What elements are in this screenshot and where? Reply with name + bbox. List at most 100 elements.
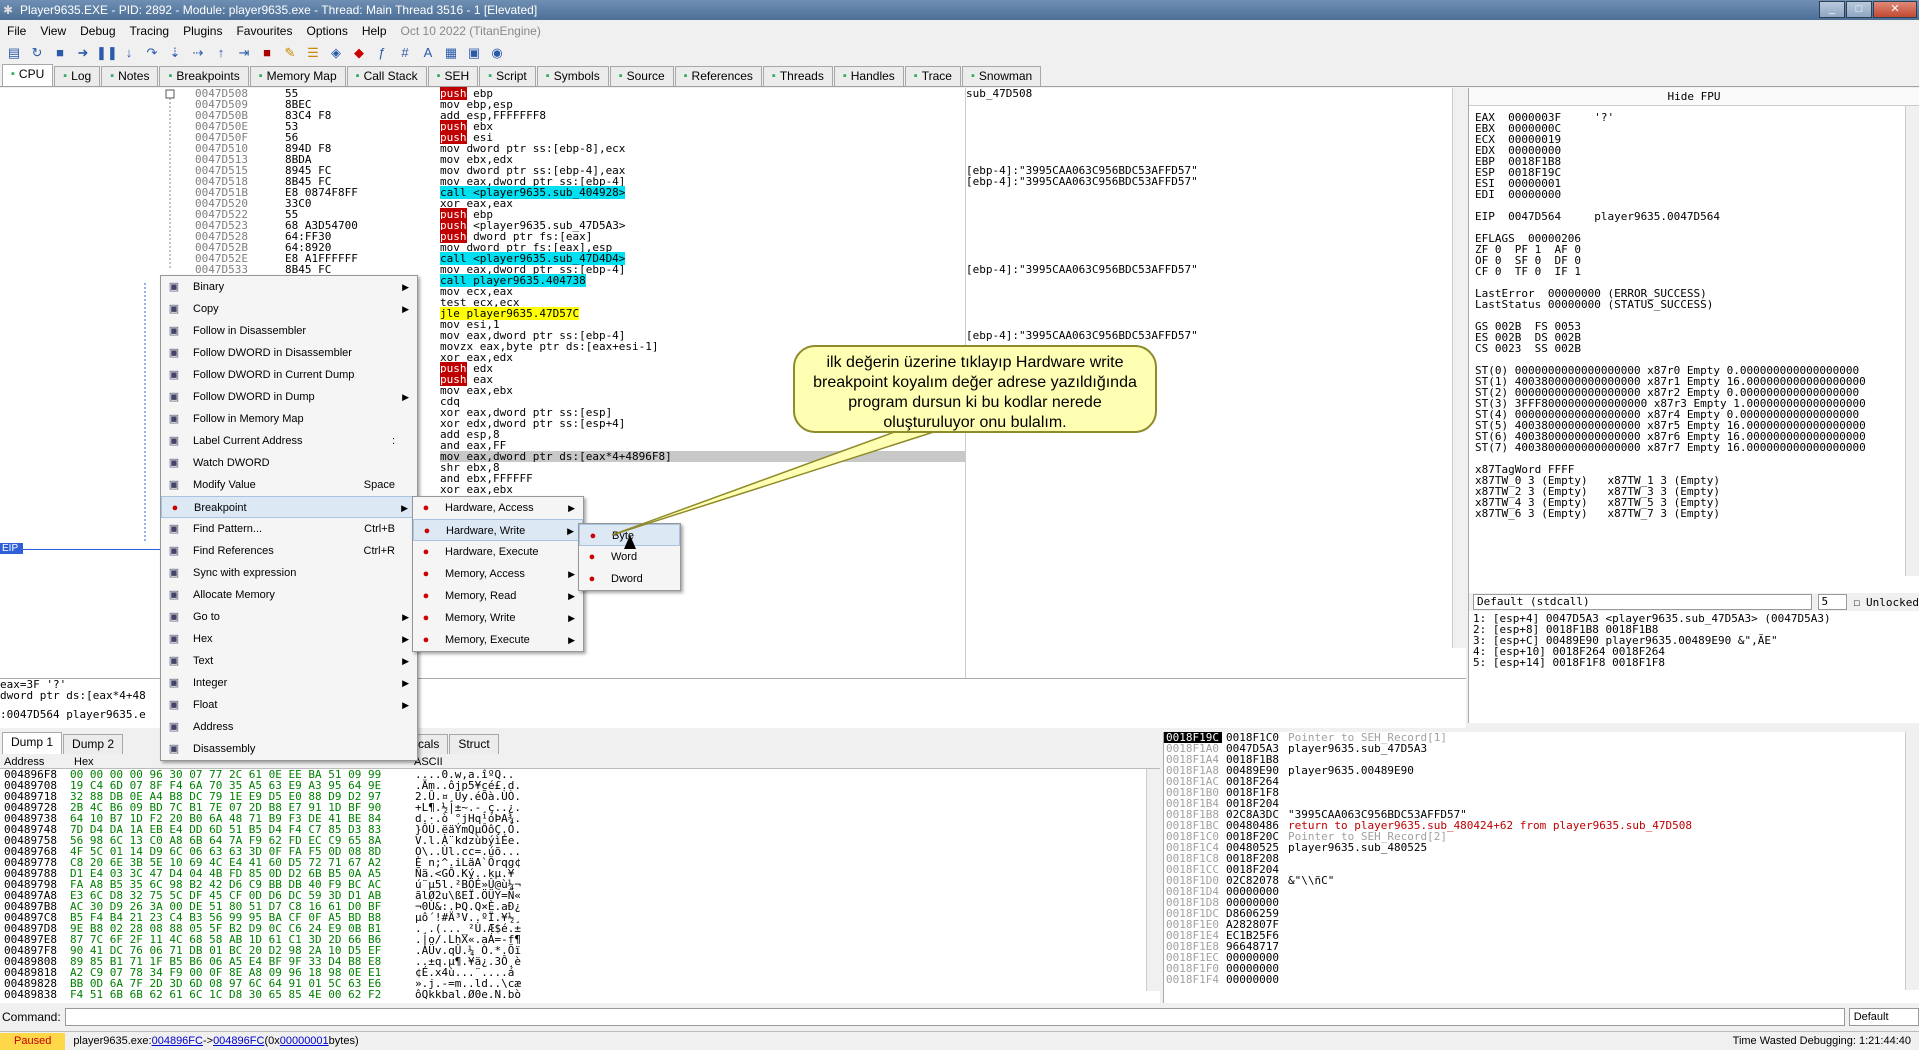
dump-hex[interactable]: F4 51 6B 6B 62 61 6C 1C D8 30 65 85 4E 0… — [70, 989, 415, 1000]
menu-item-memory-write[interactable]: ● Memory, Write ▶ — [413, 607, 583, 629]
settings-icon[interactable]: ▣ — [464, 44, 484, 62]
menu-item-integer[interactable]: ▣ Integer ▶ — [161, 672, 417, 694]
tab-dump-2[interactable]: Dump 2 — [63, 734, 124, 754]
instr-address[interactable]: 0047D533 — [195, 264, 285, 275]
run-to-user-code-icon[interactable]: ⇥ — [234, 44, 254, 62]
menu-item-hardware-execute[interactable]: ● Hardware, Execute — [413, 541, 583, 563]
register-line[interactable]: CF 0 TF 0 IF 1 — [1469, 266, 1919, 277]
menu-plugins[interactable]: Plugins — [176, 24, 229, 38]
instruction[interactable]: mov eax,dword ptr ds:[eax*4+4896F8] — [440, 451, 965, 462]
instruction[interactable]: call player9635.404738 — [440, 274, 965, 287]
hash-icon[interactable]: # — [395, 44, 415, 62]
tab-notes[interactable]: ▪ Notes — [101, 66, 159, 86]
pause-icon[interactable]: ❚❚ — [96, 44, 118, 62]
dump-rows[interactable]: 004896F8 00 00 00 00 96 30 07 77 2C 61 0E… — [0, 769, 1160, 1000]
restart-icon[interactable]: ↻ — [27, 44, 47, 62]
menu-view[interactable]: View — [33, 24, 73, 38]
menu-item-find-pattern-[interactable]: ▣ Find Pattern... Ctrl+B — [161, 518, 417, 540]
menu-item-follow-in-memory-map[interactable]: ▣ Follow in Memory Map — [161, 408, 417, 430]
tab-dump-1[interactable]: Dump 1 — [2, 732, 63, 754]
register-line[interactable]: LastStatus 00000000 (STATUS_SUCCESS) — [1469, 299, 1919, 310]
instruction[interactable]: jle player9635.47D57C — [440, 307, 965, 320]
instruction[interactable]: xor eax,eax — [440, 198, 965, 209]
menu-item-follow-dword-in-current-dump[interactable]: ▣ Follow DWORD in Current Dump — [161, 364, 417, 386]
register-line[interactable]: EIP 0047D564 player9635.0047D564 — [1469, 211, 1919, 222]
tab-struct[interactable]: Struct — [449, 734, 499, 754]
stack-scrollbar[interactable] — [1905, 732, 1919, 990]
tab-cpu[interactable]: ▪ CPU — [2, 64, 54, 86]
menu-debug[interactable]: Debug — [73, 24, 122, 38]
tab-script[interactable]: ▪ Script — [479, 66, 536, 86]
tab-handles[interactable]: ▪ Handles — [833, 66, 904, 86]
menu-help[interactable]: Help — [355, 24, 394, 38]
maximize-button[interactable]: □ — [1846, 1, 1872, 18]
instruction[interactable]: call <player9635.sub_404928> — [440, 186, 965, 199]
instruction[interactable]: mov dword ptr ss:[ebp-8],ecx — [440, 143, 965, 154]
menu-item-follow-dword-in-dump[interactable]: ▣ Follow DWORD in Dump ▶ — [161, 386, 417, 408]
menu-item-go-to[interactable]: ▣ Go to ▶ — [161, 606, 417, 628]
tab-symbols[interactable]: ▪ Symbols — [536, 66, 609, 86]
hide-fpu-button[interactable]: Hide FPU — [1469, 88, 1919, 106]
tab-threads[interactable]: ▪ Threads — [762, 66, 833, 86]
help-icon[interactable]: ◉ — [487, 44, 507, 62]
step-into-icon[interactable]: ↓ — [119, 44, 139, 62]
dump-row[interactable]: 00489838 F4 51 6B 6B 62 61 6C 1C D8 30 65… — [0, 989, 1160, 1000]
menu-item-memory-execute[interactable]: ● Memory, Execute ▶ — [413, 629, 583, 651]
instruction[interactable]: xor eax,ebx — [440, 484, 965, 495]
menu-item-allocate-memory[interactable]: ▣ Allocate Memory — [161, 584, 417, 606]
menu-item-hardware-access[interactable]: ● Hardware, Access ▶ — [413, 497, 583, 519]
calling-convention-select[interactable]: Default (stdcall) — [1473, 594, 1812, 610]
comments-icon[interactable]: ☰ — [303, 44, 323, 62]
run-icon[interactable]: ➜ — [73, 44, 93, 62]
menu-item-hardware-write[interactable]: ● Hardware, Write ▶ — [413, 519, 583, 541]
instruction[interactable]: push ebx — [440, 120, 965, 133]
execute-till-return-icon[interactable]: ↑ — [211, 44, 231, 62]
register-line[interactable]: x87TW_6 3 (Empty) x87TW_7 3 (Empty) — [1469, 508, 1919, 519]
instruction[interactable]: add esp,FFFFFFF8 — [440, 110, 965, 121]
command-input[interactable] — [64, 1008, 1845, 1026]
trace-over-icon[interactable]: ⇢ — [188, 44, 208, 62]
open-icon[interactable]: ▤ — [4, 44, 24, 62]
instruction[interactable]: push ebp — [440, 87, 965, 100]
font-icon[interactable]: A — [418, 44, 438, 62]
status-addr2-link[interactable]: 004896FC — [213, 1035, 264, 1047]
close-button[interactable]: ✕ — [1873, 1, 1917, 18]
function-icon[interactable]: ƒ — [372, 44, 392, 62]
tab-memory-map[interactable]: ▪ Memory Map — [249, 66, 346, 86]
menu-item-hex[interactable]: ▣ Hex ▶ — [161, 628, 417, 650]
menu-item-follow-in-disassembler[interactable]: ▣ Follow in Disassembler — [161, 320, 417, 342]
menu-item-find-references[interactable]: ▣ Find References Ctrl+R — [161, 540, 417, 562]
command-mode-select[interactable]: Default — [1848, 1008, 1919, 1026]
arg-count-spinner[interactable]: 5 — [1817, 594, 1848, 610]
cpu-scrollbar[interactable] — [1452, 88, 1466, 648]
labels-icon[interactable]: ◈ — [326, 44, 346, 62]
menu-options[interactable]: Options — [299, 24, 354, 38]
menu-item-float[interactable]: ▣ Float ▶ — [161, 694, 417, 716]
status-size-link[interactable]: 00000001 — [280, 1035, 329, 1047]
tab-references[interactable]: ▪ References — [674, 66, 762, 86]
menu-item-memory-read[interactable]: ● Memory, Read ▶ — [413, 585, 583, 607]
register-line[interactable]: CS 0023 SS 002B — [1469, 343, 1919, 354]
menu-favourites[interactable]: Favourites — [229, 24, 299, 38]
registers-panel[interactable]: Hide FPU EAX 0000003F '?' EBX 0000000C ECX… — [1468, 88, 1919, 593]
status-addr1-link[interactable]: 004896FC — [152, 1035, 203, 1047]
patch-icon[interactable]: ✎ — [280, 44, 300, 62]
tab-source[interactable]: ▪ Source — [609, 66, 674, 86]
menu-item-modify-value[interactable]: ▣ Modify Value Space — [161, 474, 417, 496]
step-over-icon[interactable]: ↷ — [142, 44, 162, 62]
stack-rows[interactable]: 0018F19C 0018F1C0 Pointer to SEH_Record[1]… — [1164, 732, 1919, 985]
trace-into-icon[interactable]: ⇣ — [165, 44, 185, 62]
menu-item-address[interactable]: ▣ Address — [161, 716, 417, 738]
menu-item-copy[interactable]: ▣ Copy ▶ — [161, 298, 417, 320]
menu-item-disassembly[interactable]: ▣ Disassembly — [161, 738, 417, 760]
tab-trace[interactable]: ▪ Trace — [904, 66, 961, 86]
stop-icon[interactable]: ■ — [50, 44, 70, 62]
arg-line[interactable]: 5: [esp+14] 0018F1F8 0018F1F8 — [1469, 657, 1919, 668]
menu-item-breakpoint[interactable]: ● Breakpoint ▶ — [161, 496, 417, 518]
register-line[interactable]: EDI 00000000 — [1469, 189, 1919, 200]
calculator-icon[interactable]: ▦ — [441, 44, 461, 62]
menu-tracing[interactable]: Tracing — [123, 24, 177, 38]
bookmark-icon[interactable]: ◆ — [349, 44, 369, 62]
menu-item-follow-dword-in-disassembler[interactable]: ▣ Follow DWORD in Disassembler — [161, 342, 417, 364]
tab-breakpoints[interactable]: ▪ Breakpoints — [159, 66, 249, 86]
